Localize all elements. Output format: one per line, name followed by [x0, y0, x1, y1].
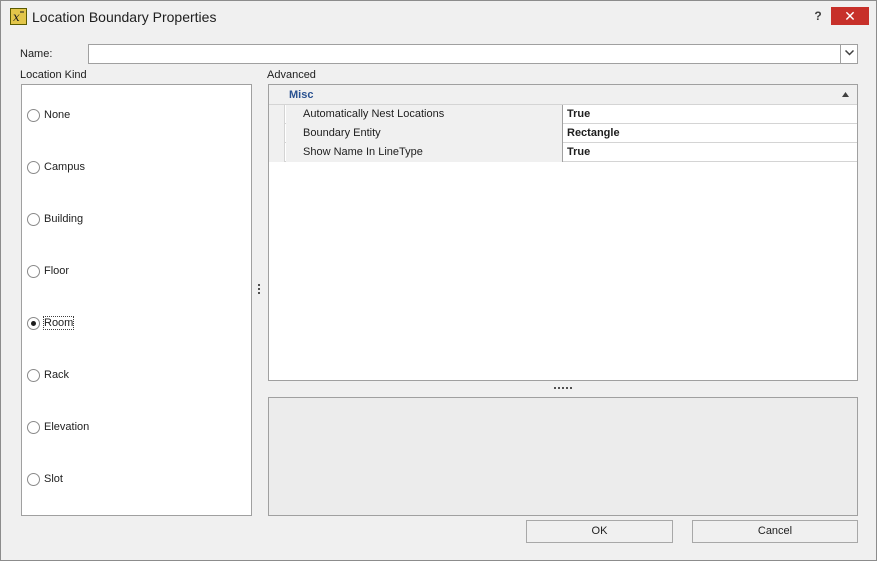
property-name[interactable]: Boundary Entity — [286, 124, 563, 143]
row-gutter — [269, 105, 285, 124]
radio-circle[interactable] — [27, 212, 40, 226]
dialog-window: x Location Boundary Properties ? ✕ Name:… — [0, 0, 877, 561]
radio-building[interactable]: Building — [27, 211, 83, 227]
radio-label[interactable]: Floor — [44, 265, 69, 277]
title-bar[interactable]: x Location Boundary Properties ? ✕ — [1, 1, 876, 32]
property-value[interactable]: Rectangle — [563, 124, 856, 143]
svg-text:x: x — [13, 10, 20, 24]
radio-label[interactable]: Room — [42, 316, 75, 330]
radio-circle[interactable] — [27, 472, 40, 486]
property-row[interactable]: Automatically Nest Locations True — [269, 105, 857, 124]
radio-label[interactable]: Rack — [44, 369, 69, 381]
location-kind-panel: None Campus Building Floor Room Rack Ele… — [21, 84, 252, 516]
location-kind-label: Location Kind — [20, 69, 87, 81]
radio-label[interactable]: Elevation — [44, 421, 89, 433]
property-name[interactable]: Automatically Nest Locations — [286, 105, 563, 124]
advanced-label: Advanced — [267, 69, 316, 81]
radio-rack[interactable]: Rack — [27, 367, 69, 383]
property-value[interactable]: True — [563, 105, 856, 124]
radio-circle[interactable] — [27, 264, 40, 278]
window-title: Location Boundary Properties — [32, 9, 217, 25]
category-label: Misc — [289, 89, 314, 101]
name-dropdown-button[interactable] — [840, 45, 857, 63]
property-name[interactable]: Show Name In LineType — [286, 143, 563, 162]
description-panel — [268, 397, 858, 516]
radio-elevation[interactable]: Elevation — [27, 419, 89, 435]
name-label: Name: — [20, 48, 53, 60]
category-row-misc[interactable]: Misc — [269, 85, 857, 105]
close-button[interactable]: ✕ — [831, 7, 869, 25]
radio-circle[interactable] — [27, 160, 40, 174]
radio-label[interactable]: Campus — [44, 161, 85, 173]
radio-floor[interactable]: Floor — [27, 263, 69, 279]
horizontal-splitter-grip-icon[interactable] — [554, 387, 572, 389]
radio-label[interactable]: Building — [44, 213, 83, 225]
chevron-down-icon — [844, 50, 854, 56]
radio-campus[interactable]: Campus — [27, 159, 85, 175]
property-value[interactable]: True — [563, 143, 856, 162]
collapse-arrow-icon[interactable] — [842, 92, 849, 97]
radio-circle[interactable] — [27, 368, 40, 382]
ok-button[interactable]: OK — [526, 520, 673, 543]
row-gutter — [269, 124, 285, 143]
cancel-button[interactable]: Cancel — [692, 520, 858, 543]
radio-room[interactable]: Room — [27, 315, 75, 331]
radio-none[interactable]: None — [27, 107, 70, 123]
help-button[interactable]: ? — [811, 9, 825, 23]
radio-label[interactable]: Slot — [44, 473, 63, 485]
radio-label[interactable]: None — [44, 109, 70, 121]
radio-circle[interactable] — [27, 420, 40, 434]
vertical-splitter-grip-icon[interactable] — [258, 284, 262, 298]
radio-circle[interactable] — [27, 108, 40, 122]
property-row[interactable]: Boundary Entity Rectangle — [269, 124, 857, 143]
radio-circle-selected[interactable] — [27, 316, 40, 330]
app-icon: x — [10, 8, 27, 25]
radio-slot[interactable]: Slot — [27, 471, 63, 487]
property-grid: Misc Automatically Nest Locations True B… — [268, 84, 858, 381]
name-combobox[interactable] — [88, 44, 858, 64]
property-row[interactable]: Show Name In LineType True — [269, 143, 857, 162]
row-gutter — [269, 143, 285, 162]
